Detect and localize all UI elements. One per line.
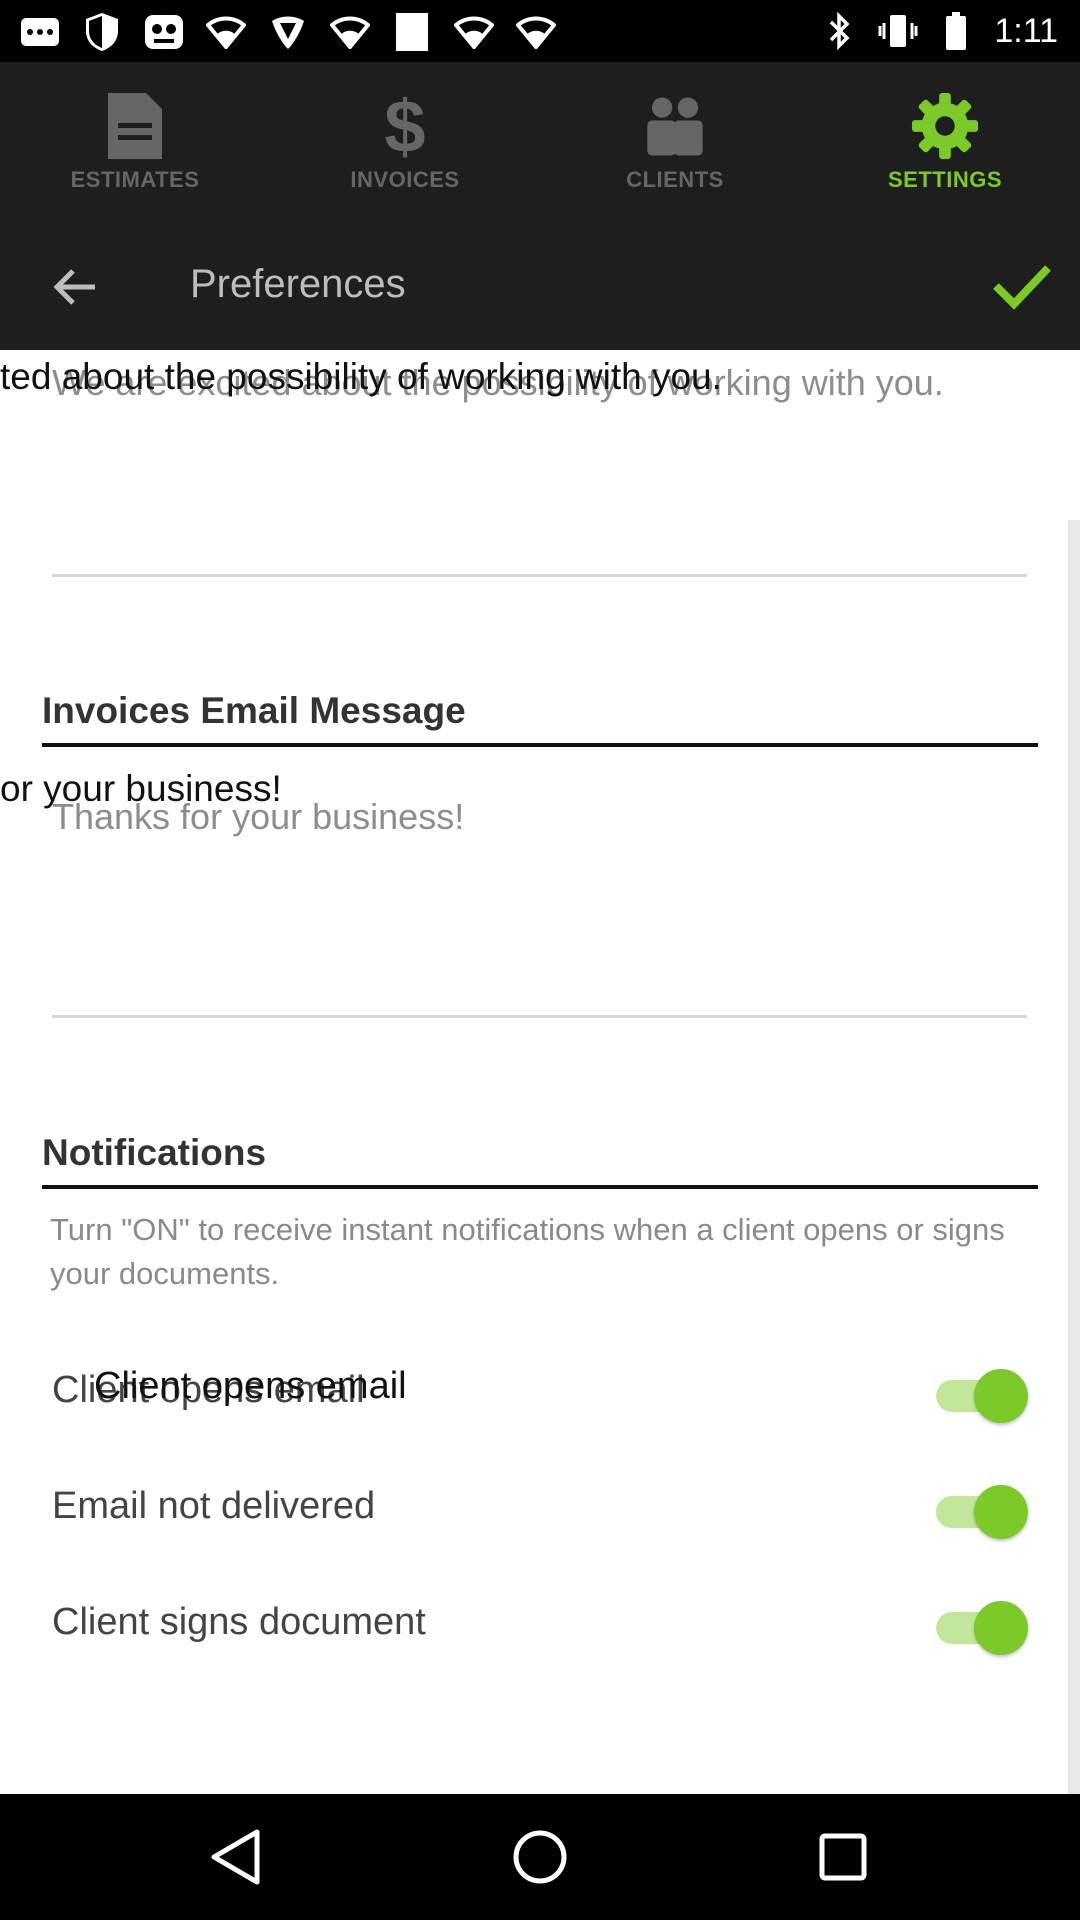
clock: 1:11 — [994, 11, 1058, 50]
circle-home-icon — [513, 1830, 567, 1884]
dollar-icon: $ — [370, 90, 440, 162]
svg-text:$: $ — [384, 90, 425, 162]
notification-row-client-signs-document[interactable]: Client signs document — [0, 1583, 1080, 1673]
section-title-notifications: Notifications — [42, 1132, 267, 1173]
gear-icon — [910, 91, 980, 161]
toggle-thumb — [974, 1369, 1028, 1423]
notifications-description: Turn "ON" to receive instant notificatio… — [50, 1212, 1005, 1291]
save-button[interactable] — [984, 248, 1060, 324]
estimates-email-overlay-text: ted about the possibility of working wit… — [0, 356, 722, 397]
notification-icons — [20, 10, 556, 54]
wifi-icon — [206, 12, 246, 52]
battery-icon — [936, 11, 976, 51]
nav-home-button[interactable] — [505, 1822, 575, 1892]
shield-icon — [82, 12, 122, 52]
toggle-thumb — [974, 1601, 1028, 1655]
square-recents-icon — [819, 1833, 867, 1881]
toggle-thumb — [974, 1485, 1028, 1539]
houston-texans-icon — [268, 12, 308, 52]
section-divider — [42, 1185, 1038, 1189]
tab-label: INVOICES — [350, 167, 460, 192]
window-icon — [392, 12, 432, 52]
vibrate-icon — [878, 11, 918, 51]
check-icon — [993, 265, 1051, 310]
section-divider — [42, 743, 1038, 747]
nav-back-button[interactable] — [200, 1822, 270, 1892]
tab-label: CLIENTS — [626, 167, 724, 192]
system-status: 1:11 — [820, 8, 1058, 54]
system-navigation-bar — [0, 1794, 1080, 1920]
bluetooth-icon — [820, 11, 860, 51]
nav-recents-button[interactable] — [808, 1822, 878, 1892]
notification-label: Email not delivered — [52, 1485, 376, 1527]
email-not-delivered-toggle[interactable] — [936, 1485, 1028, 1539]
people-icon — [640, 91, 710, 161]
wifi-icon — [330, 12, 370, 52]
tab-label: SETTINGS — [887, 167, 1002, 192]
client-signs-document-toggle[interactable] — [936, 1601, 1028, 1655]
status-bar: 1:11 — [0, 0, 1080, 62]
client-opens-email-toggle[interactable] — [936, 1369, 1028, 1423]
section-title-invoices-email: Invoices Email Message — [42, 690, 466, 731]
tab-estimates[interactable]: ESTIMATES — [0, 62, 270, 222]
notification-row-email-not-delivered[interactable]: Email not delivered — [0, 1467, 1080, 1557]
back-button[interactable] — [40, 252, 110, 322]
tab-settings[interactable]: SETTINGS — [810, 62, 1080, 222]
page-title: Preferences — [190, 262, 406, 306]
notification-row-client-opens-email[interactable]: Client opens email Client opens email — [0, 1351, 1080, 1441]
main-tab-bar: ESTIMATES $ INVOICES CLIENTS SETTINGS — [0, 62, 1080, 222]
field-underline — [52, 1015, 1027, 1018]
tab-label: ESTIMATES — [70, 167, 200, 192]
tab-clients[interactable]: CLIENTS — [540, 62, 810, 222]
wifi-icon — [516, 12, 556, 52]
invoices-email-overlay-text: or your business! — [0, 768, 282, 809]
field-underline — [52, 574, 1027, 577]
toolbar: Preferences — [0, 222, 1080, 350]
tab-invoices[interactable]: $ INVOICES — [270, 62, 540, 222]
wifi-icon — [454, 12, 494, 52]
triangle-back-icon — [211, 1829, 260, 1885]
app-icon — [144, 12, 184, 52]
notification-overlay-text: Client opens email — [94, 1365, 407, 1407]
notification-label: Client signs document — [52, 1601, 426, 1643]
document-icon — [100, 91, 170, 161]
message-icon — [20, 12, 60, 52]
arrow-left-icon — [53, 269, 95, 305]
preferences-content: We are excited about the possibility of … — [0, 350, 1080, 1794]
